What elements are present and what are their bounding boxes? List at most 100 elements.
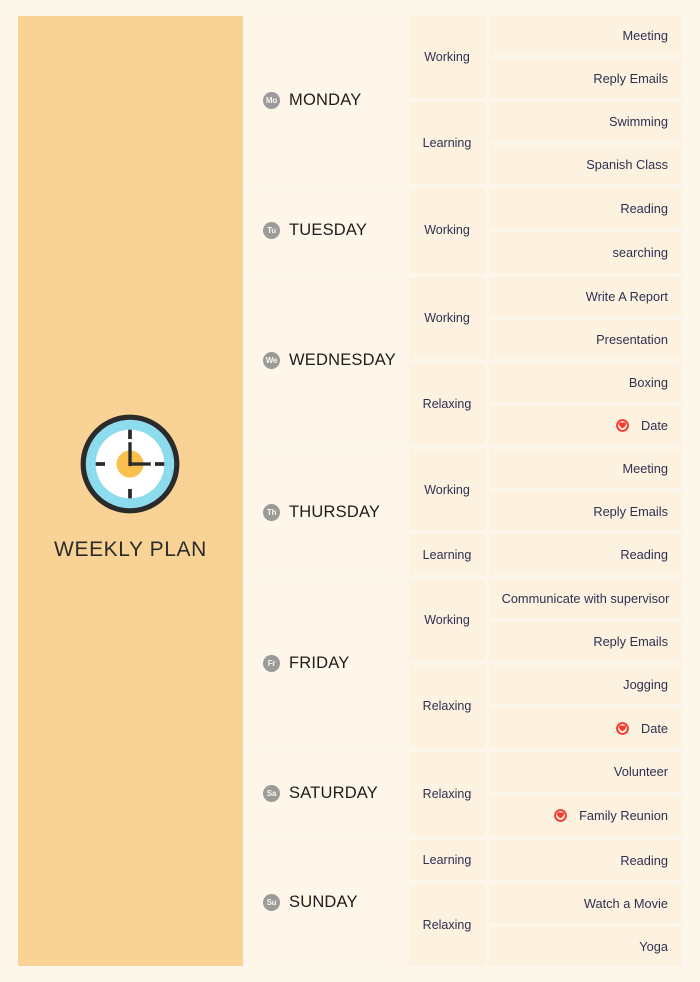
activity-list: Reading — [489, 839, 682, 881]
activity-label: Reading — [620, 547, 668, 563]
category-cell[interactable]: Relaxing — [409, 362, 485, 445]
activity-list: Reading searching — [489, 188, 682, 273]
activity-label: Jogging — [623, 677, 668, 693]
category-cell[interactable]: Working — [409, 448, 485, 531]
day-cell-monday[interactable]: Mo MONDAY — [247, 16, 405, 185]
day-row: Th THURSDAY Working Meeting Reply Emails Lear… — [247, 448, 682, 576]
activity-cell[interactable]: Reading — [489, 188, 682, 229]
day-groups: Working Write A Report Presentation Relaxin… — [409, 276, 682, 445]
activity-label: Communicate with supervisor — [501, 591, 670, 607]
clock-icon — [78, 412, 182, 516]
activity-cell[interactable]: Meeting — [489, 448, 682, 488]
activity-list: Meeting Reply Emails — [489, 448, 682, 531]
activity-label: Reading — [620, 852, 668, 868]
activity-group: Working Communicate with supervisor Reply … — [409, 579, 682, 662]
day-badge-icon: Tu — [263, 221, 280, 239]
day-cell-tuesday[interactable]: Tu TUESDAY — [247, 188, 405, 273]
activity-label: Volunteer — [613, 764, 668, 780]
category-cell[interactable]: Working — [409, 188, 485, 273]
category-cell[interactable]: Relaxing — [409, 884, 485, 966]
activity-list: Watch a Movie Yoga — [489, 884, 682, 966]
activity-cell[interactable]: Watch a Movie — [489, 884, 682, 924]
activity-cell[interactable]: Reply Emails — [489, 59, 682, 99]
day-badge-icon: Sa — [263, 785, 280, 803]
activity-cell[interactable]: Date — [489, 708, 682, 748]
activity-cell[interactable]: Family Reunion — [489, 795, 682, 836]
heart-icon — [616, 721, 629, 735]
activity-group: Working Meeting Reply Emails — [409, 448, 682, 531]
category-cell[interactable]: Relaxing — [409, 665, 485, 748]
weekly-planner: WEEKLY PLAN Mo MONDAY Working Meeting Reply … — [18, 16, 682, 966]
activity-label: searching — [612, 245, 669, 260]
activity-list: Communicate with supervisor Reply Emails — [489, 579, 682, 662]
activity-label: Swimming — [608, 114, 668, 130]
day-row: Mo MONDAY Working Meeting Reply Emails Learni… — [247, 16, 682, 185]
activity-cell[interactable]: Reply Emails — [489, 491, 682, 531]
day-row: We WEDNESDAY Working Write A Report Presenta… — [247, 276, 682, 445]
day-badge-icon: Su — [263, 894, 280, 912]
day-label: MONDAY — [289, 90, 362, 109]
day-cell-wednesday[interactable]: We WEDNESDAY — [247, 276, 405, 445]
activity-cell[interactable]: Jogging — [489, 665, 682, 705]
activity-cell[interactable]: Meeting — [489, 16, 682, 56]
day-groups: Relaxing Volunteer Family Reunion — [409, 751, 682, 836]
day-groups: Working Meeting Reply Emails Learning Readin… — [409, 448, 682, 576]
activity-cell[interactable]: Reading — [489, 839, 682, 881]
activity-cell[interactable]: Boxing — [489, 362, 682, 402]
category-cell[interactable]: Relaxing — [409, 751, 485, 836]
category-cell[interactable]: Learning — [409, 839, 485, 881]
activity-cell[interactable]: Reply Emails — [489, 622, 682, 662]
category-cell[interactable]: Working — [409, 276, 485, 359]
day-cell-sunday[interactable]: Su SUNDAY — [247, 839, 405, 966]
day-label: SUNDAY — [289, 893, 358, 912]
cover-content: WEEKLY PLAN — [54, 412, 207, 562]
heart-icon — [554, 809, 567, 823]
activity-label: Presentation — [596, 331, 668, 347]
heart-icon — [616, 418, 629, 432]
category-cell[interactable]: Learning — [409, 534, 485, 576]
activity-cell[interactable]: Volunteer — [489, 751, 682, 792]
category-cell[interactable]: Learning — [409, 102, 485, 185]
activity-list: Jogging Date — [489, 665, 682, 748]
activity-group: Learning Swimming Spanish Class — [409, 102, 682, 185]
activity-group: Relaxing Boxing Date — [409, 362, 682, 445]
day-groups: Working Meeting Reply Emails Learning Swimmi… — [409, 16, 682, 185]
day-groups: Learning Reading Relaxing Watch a Movie Yoga — [409, 839, 682, 966]
activity-label: Boxing — [628, 374, 668, 390]
category-cell[interactable]: Working — [409, 16, 485, 99]
activity-cell[interactable]: Reading — [489, 534, 682, 576]
activity-list: Boxing Date — [489, 362, 682, 445]
activity-list: Reading — [489, 534, 682, 576]
activity-cell[interactable]: Yoga — [489, 927, 682, 966]
activity-cell[interactable]: searching — [489, 232, 682, 273]
activity-label: Meeting — [622, 28, 668, 44]
activity-cell[interactable]: Write A Report — [489, 276, 682, 316]
activity-label: Reply Emails — [593, 503, 668, 519]
activity-cell[interactable]: Presentation — [489, 319, 682, 359]
activity-label: Spanish Class — [586, 157, 668, 173]
activity-cell[interactable]: Spanish Class — [489, 145, 682, 185]
activity-list: Volunteer Family Reunion — [489, 751, 682, 836]
activity-group: Working Write A Report Presentation — [409, 276, 682, 359]
activity-cell[interactable]: Date — [489, 405, 682, 445]
day-cell-saturday[interactable]: Sa SATURDAY — [247, 751, 405, 836]
category-cell[interactable]: Working — [409, 579, 485, 662]
day-cell-thursday[interactable]: Th THURSDAY — [247, 448, 405, 576]
day-label: TUESDAY — [289, 220, 368, 239]
activity-label: Date — [640, 720, 668, 736]
day-label: FRIDAY — [289, 653, 350, 672]
activity-label: Reply Emails — [593, 71, 668, 87]
activity-label: Date — [640, 417, 668, 433]
day-label: SATURDAY — [289, 784, 378, 803]
activity-cell[interactable]: Swimming — [489, 102, 682, 142]
activity-group: Relaxing Volunteer Family Reunion — [409, 751, 682, 836]
schedule-grid: Mo MONDAY Working Meeting Reply Emails Learni… — [247, 16, 682, 966]
activity-group: Relaxing Jogging Date — [409, 665, 682, 748]
activity-label: Yoga — [639, 939, 668, 955]
day-groups: Working Communicate with supervisor Reply … — [409, 579, 682, 748]
day-row: Tu TUESDAY Working Reading searching — [247, 188, 682, 273]
day-label: WEDNESDAY — [289, 351, 396, 370]
day-cell-friday[interactable]: Fr FRIDAY — [247, 579, 405, 748]
activity-cell[interactable]: Communicate with supervisor — [489, 579, 682, 619]
page-title: WEEKLY PLAN — [54, 538, 207, 561]
